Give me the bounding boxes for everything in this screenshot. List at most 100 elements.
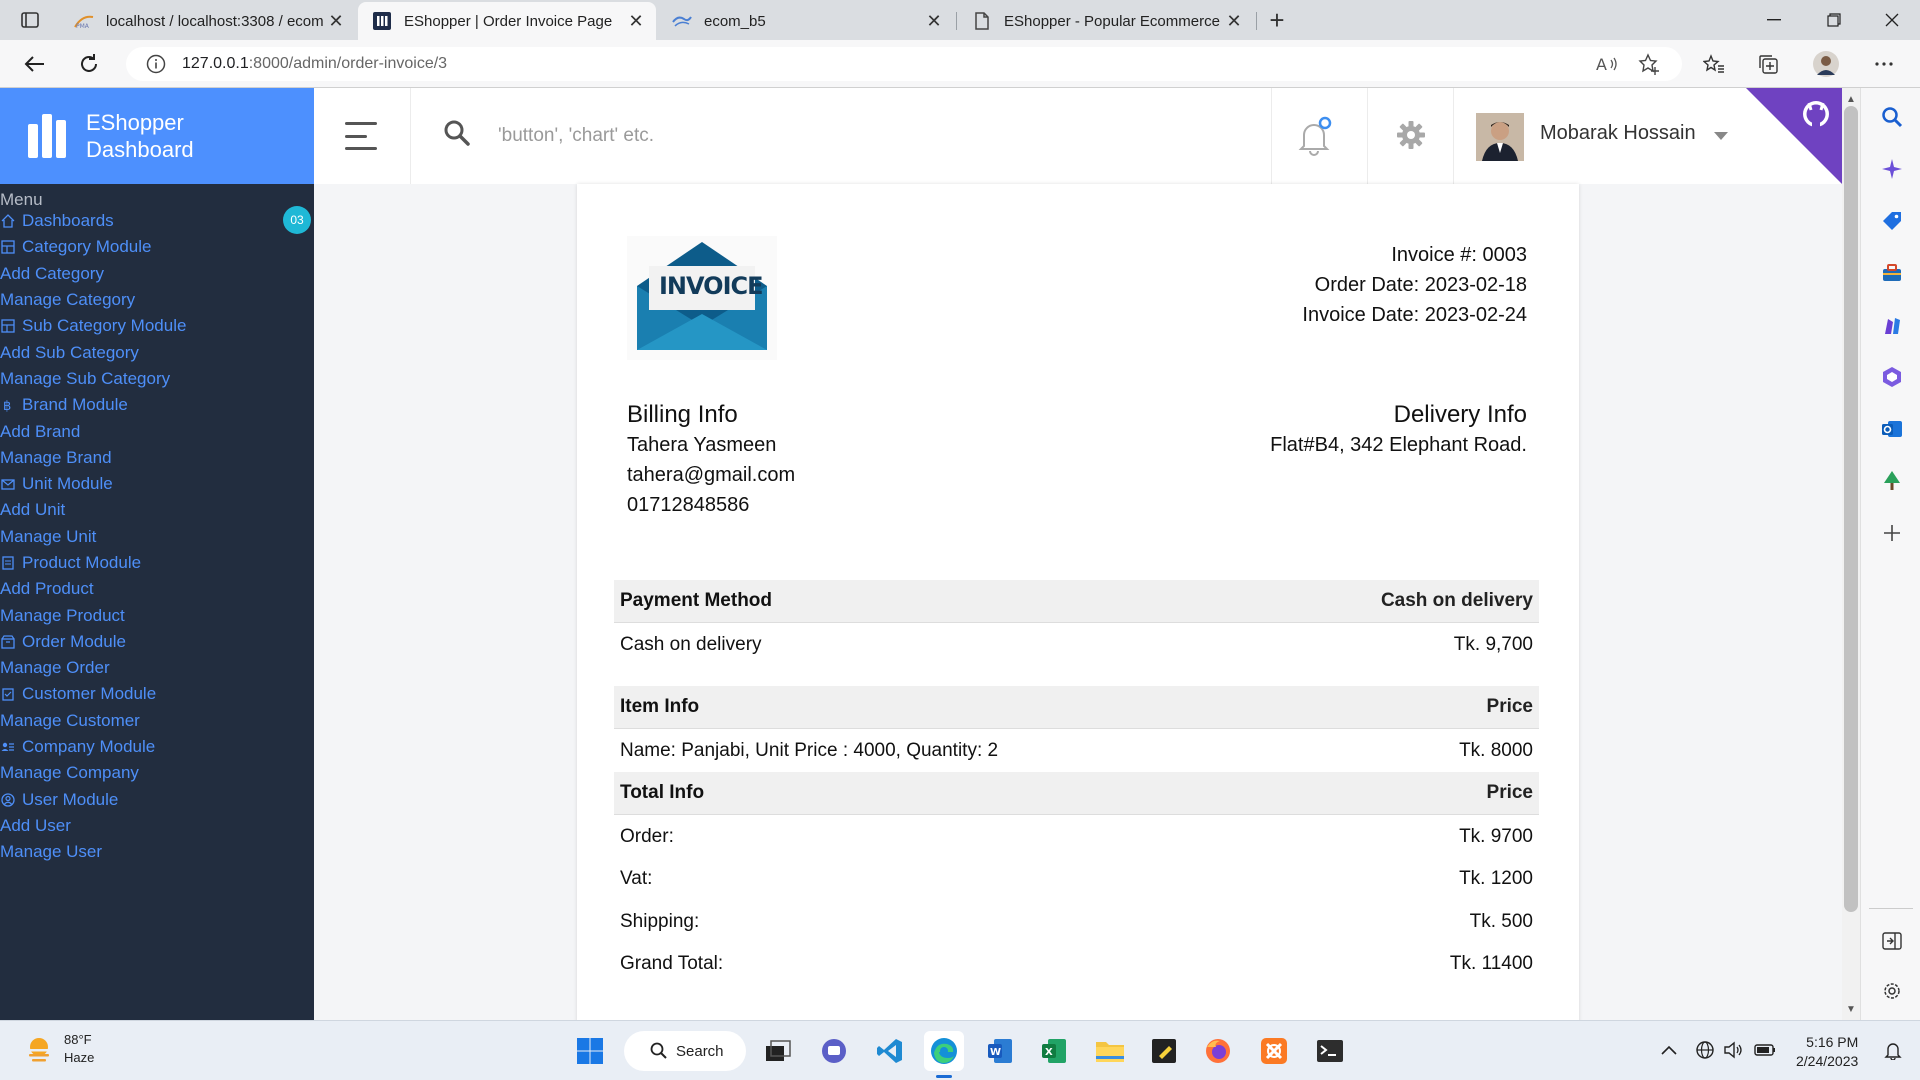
brand[interactable]: EShopper Dashboard (0, 88, 314, 184)
battery-icon[interactable] (1754, 1039, 1776, 1061)
close-icon[interactable]: ✕ (922, 9, 946, 33)
user-name[interactable]: Mobarak Hossain (1540, 122, 1696, 145)
edge-browser-icon[interactable] (924, 1031, 964, 1071)
sidebar-item-manage-category[interactable]: Manage Category (0, 287, 314, 313)
more-icon[interactable] (1868, 48, 1900, 80)
system-clock[interactable]: 5:16 PM 2/24/2023 (1796, 1033, 1858, 1071)
terminal-icon[interactable] (1310, 1031, 1350, 1071)
sidebar-item-manage-sub-category[interactable]: Manage Sub Category (0, 366, 314, 392)
tree-icon[interactable] (1879, 468, 1905, 494)
refresh-icon[interactable] (71, 46, 107, 82)
sidebar-item-manage-user[interactable]: Manage User (0, 839, 314, 865)
tab-actions-icon[interactable] (12, 6, 48, 34)
read-aloud-icon[interactable]: A (1594, 51, 1620, 77)
scroll-up-icon[interactable]: ▲ (1842, 90, 1860, 108)
language-globe-icon[interactable] (1694, 1039, 1716, 1061)
tools-icon[interactable] (1879, 260, 1905, 286)
sidebar-item-manage-product[interactable]: Manage Product (0, 602, 314, 628)
collections-icon[interactable] (1752, 48, 1784, 80)
github-ribbon[interactable] (1746, 88, 1842, 184)
sidebar-item-dashboards[interactable]: Dashboards (0, 208, 314, 234)
task-view-icon[interactable] (758, 1031, 798, 1071)
word-icon[interactable]: W (980, 1031, 1020, 1071)
new-tab-icon[interactable]: + (1262, 5, 1292, 35)
invoice-logo: INVOICE (627, 236, 777, 360)
chevron-down-icon[interactable] (1714, 132, 1728, 140)
chevron-up-icon[interactable] (1658, 1039, 1680, 1061)
tab-eshopper-popular[interactable]: EShopper - Popular Ecommerce ✕ (958, 2, 1254, 40)
tab-order-invoice[interactable]: EShopper | Order Invoice Page ✕ (358, 2, 656, 40)
sidebar-item-unit-module[interactable]: Unit Module (0, 471, 314, 497)
scrollbar-thumb[interactable] (1844, 106, 1858, 912)
windows-start-icon[interactable] (570, 1031, 610, 1071)
table-header-row: Payment Method Cash on delivery (614, 580, 1539, 623)
favorites-icon[interactable] (1698, 48, 1730, 80)
sidebar-item-add-unit[interactable]: Add Unit (0, 497, 314, 523)
tab-ecom-b5[interactable]: ecom_b5 ✕ (658, 2, 954, 40)
add-favorite-icon[interactable] (1636, 51, 1662, 77)
sidebar-item-add-user[interactable]: Add User (0, 813, 314, 839)
sidebar-item-label: User Module (22, 789, 119, 809)
hide-sidebar-icon[interactable] (1879, 928, 1905, 954)
site-info-icon[interactable] (144, 52, 168, 76)
sidebar-item-add-category[interactable]: Add Category (0, 261, 314, 287)
outlook-icon[interactable] (1879, 416, 1905, 442)
close-icon[interactable]: ✕ (1222, 9, 1246, 33)
minimize-icon[interactable] (1744, 0, 1804, 40)
billing-info: Billing Info Tahera Yasmeen tahera@gmail… (627, 400, 795, 520)
sidebar-item-manage-company[interactable]: Manage Company (0, 760, 314, 786)
url-field[interactable]: 127.0.0.1:8000/admin/order-invoice/3 A (126, 47, 1682, 81)
sidebar-item-sub-category-module[interactable]: Sub Category Module (0, 313, 314, 339)
vscode-icon[interactable] (870, 1031, 910, 1071)
sidebar-item-order-module[interactable]: Order Module (0, 629, 314, 655)
office-icon[interactable] (1879, 364, 1905, 390)
sidebar-item-product-module[interactable]: Product Module (0, 550, 314, 576)
close-window-icon[interactable] (1862, 0, 1920, 40)
settings-gear-icon[interactable] (1394, 118, 1430, 154)
sidebar-item-customer-module[interactable]: Customer Module (0, 681, 314, 707)
shopping-tag-icon[interactable] (1879, 208, 1905, 234)
sidebar-item-manage-unit[interactable]: Manage Unit (0, 524, 314, 550)
restore-icon[interactable] (1804, 0, 1864, 40)
volume-icon[interactable] (1722, 1039, 1744, 1061)
firefox-icon[interactable] (1198, 1031, 1238, 1071)
sidebar-item-brand-module[interactable]: ฿ Brand Module (0, 392, 314, 418)
sidebar-item-add-product[interactable]: Add Product (0, 576, 314, 602)
sidebar-item-manage-customer[interactable]: Manage Customer (0, 708, 314, 734)
notification-center-icon[interactable] (1882, 1039, 1904, 1061)
taskbar-search[interactable]: Search (624, 1031, 746, 1071)
back-icon[interactable] (16, 46, 52, 82)
menu-heading: Menu (0, 190, 43, 209)
file-explorer-icon[interactable] (1090, 1031, 1130, 1071)
sidebar-item-manage-brand[interactable]: Manage Brand (0, 445, 314, 471)
copilot-icon[interactable] (1879, 156, 1905, 182)
edge-search-icon[interactable] (1879, 104, 1905, 130)
chat-icon[interactable] (814, 1031, 854, 1071)
sidebar-item-company-module[interactable]: Company Module (0, 734, 314, 760)
close-icon[interactable]: ✕ (324, 9, 348, 33)
scroll-down-icon[interactable]: ▼ (1842, 1000, 1860, 1018)
sidebar-item-add-brand[interactable]: Add Brand (0, 418, 314, 444)
table-row: Grand Total: Tk. 11400 (614, 943, 1539, 985)
sidebar-item-user-module[interactable]: User Module (0, 787, 314, 813)
tab-phpmyadmin[interactable]: PMA localhost / localhost:3308 / ecom ✕ (60, 2, 356, 40)
hamburger-menu-icon[interactable] (345, 122, 377, 150)
add-icon[interactable] (1879, 520, 1905, 546)
sidebar-item-add-sub-category[interactable]: Add Sub Category (0, 339, 314, 365)
sidebar-item-category-module[interactable]: Category Module (0, 234, 314, 260)
search-icon[interactable] (442, 118, 474, 150)
billing-phone: 01712848586 (627, 494, 750, 516)
sidebar-item-manage-order[interactable]: Manage Order (0, 655, 314, 681)
settings-icon[interactable] (1879, 978, 1905, 1004)
sticky-notes-icon[interactable] (1144, 1031, 1184, 1071)
user-avatar[interactable] (1476, 113, 1524, 161)
excel-icon[interactable]: X (1034, 1031, 1074, 1071)
xampp-icon[interactable] (1254, 1031, 1294, 1071)
notification-bell-icon[interactable] (1296, 116, 1332, 156)
weather-widget[interactable]: 88°F Haze (24, 1031, 94, 1067)
close-icon[interactable]: ✕ (624, 9, 648, 33)
search-input[interactable] (498, 118, 1098, 154)
page-viewport: EShopper Dashboard Mobarak Hossain Me (0, 88, 1842, 1020)
profile-avatar[interactable] (1810, 48, 1842, 80)
games-icon[interactable] (1879, 312, 1905, 338)
